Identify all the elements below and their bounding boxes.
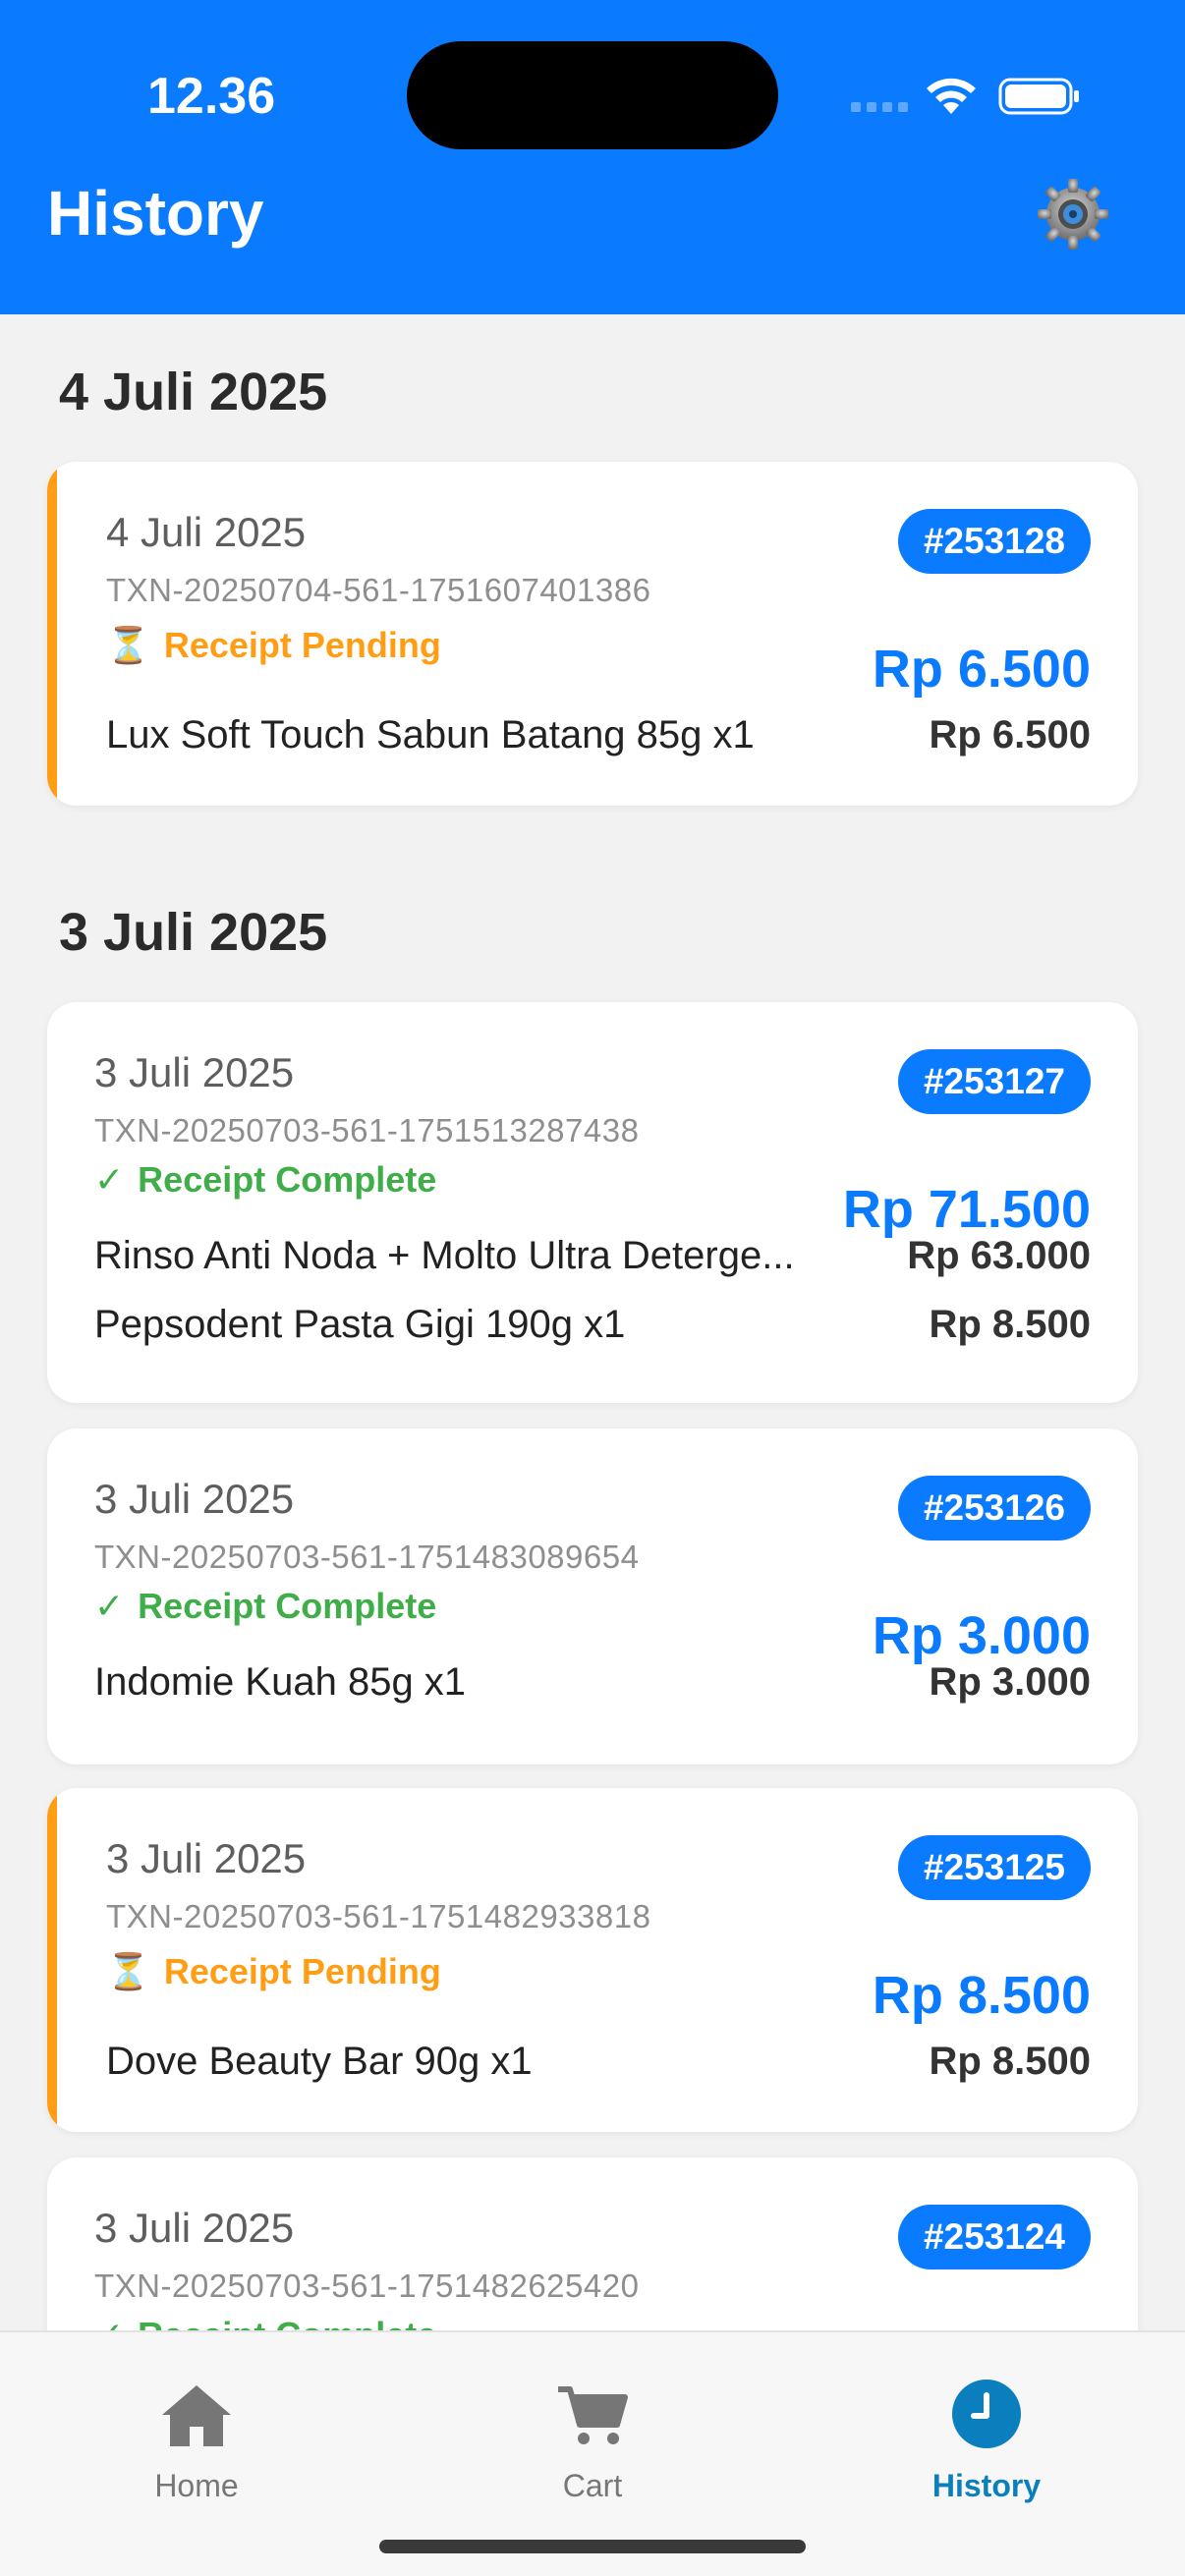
transaction-card[interactable]: 3 Juli 2025 TXN-20250703-561-17515132874… bbox=[47, 1002, 1138, 1403]
total-amount: Rp 3.000 bbox=[872, 1606, 1091, 1665]
transaction-card[interactable]: 3 Juli 2025 TXN-20250703-561-17514830896… bbox=[47, 1428, 1138, 1764]
status-complete: ✓ Receipt Complete bbox=[94, 1159, 436, 1201]
card-date: 3 Juli 2025 bbox=[94, 1049, 295, 1095]
tab-label: Cart bbox=[562, 2468, 623, 2503]
page-title: History bbox=[47, 178, 264, 249]
item-price: Rp 3.000 bbox=[929, 1660, 1091, 1704]
dynamic-island bbox=[407, 41, 778, 149]
checkmark-icon: ✓ bbox=[94, 1159, 125, 1200]
hourglass-icon: ⏳ bbox=[106, 1951, 150, 1991]
cart-icon bbox=[558, 2386, 628, 2444]
tab-home[interactable]: Home bbox=[79, 2352, 314, 2503]
status-label: Receipt Pending bbox=[163, 1951, 441, 1991]
transaction-id: TXN-20250703-561-1751482933818 bbox=[106, 1898, 651, 1934]
status-complete: ✓ Receipt Complete bbox=[94, 1586, 436, 1627]
header: 12.36 History bbox=[0, 0, 1185, 314]
status-label: Receipt Complete bbox=[138, 1159, 437, 1200]
item-name: Lux Soft Touch Sabun Batang 85g x1 bbox=[106, 713, 755, 756]
total-amount: Rp 8.500 bbox=[872, 1966, 1091, 2025]
status-label: Receipt Complete bbox=[138, 1586, 437, 1626]
checkmark-icon: ✓ bbox=[94, 1586, 125, 1626]
hourglass-icon: ⏳ bbox=[106, 625, 150, 665]
clock-icon bbox=[952, 2380, 1021, 2448]
status-label: Receipt Complete bbox=[138, 2315, 436, 2330]
order-number-badge: #253127 bbox=[897, 1049, 1091, 1114]
card-date: 3 Juli 2025 bbox=[106, 1835, 307, 1881]
checkmark-icon: ✓ bbox=[94, 2315, 124, 2330]
item-name: Dove Beauty Bar 90g x1 bbox=[106, 2040, 533, 2083]
tab-label: History bbox=[931, 2468, 1042, 2503]
status-time: 12.36 bbox=[147, 68, 276, 125]
transaction-card[interactable]: 3 Juli 2025 TXN-20250703-561-17514826254… bbox=[47, 2157, 1138, 2330]
tab-label: Home bbox=[154, 2468, 239, 2503]
status-pending: ⏳ Receipt Pending bbox=[106, 1951, 441, 1992]
total-amount: Rp 71.500 bbox=[842, 1180, 1091, 1239]
history-screen: 12.36 History 4 Juli 2025 4 Juli 2025 TX… bbox=[0, 0, 1185, 2576]
date-heading: 4 Juli 2025 bbox=[59, 363, 328, 421]
transaction-id: TXN-20250703-561-1751482625420 bbox=[94, 2268, 640, 2304]
transaction-id: TXN-20250704-561-1751607401386 bbox=[106, 572, 651, 608]
history-list[interactable]: 4 Juli 2025 4 Juli 2025 TXN-20250704-561… bbox=[0, 314, 1185, 2330]
tab-history[interactable]: History bbox=[869, 2352, 1104, 2503]
item-price: Rp 63.000 bbox=[907, 1234, 1091, 1277]
signal-icon bbox=[851, 102, 908, 116]
home-icon bbox=[162, 2385, 231, 2446]
card-date: 3 Juli 2025 bbox=[94, 1476, 295, 1522]
item-price: Rp 6.500 bbox=[929, 713, 1091, 756]
transaction-id: TXN-20250703-561-1751483089654 bbox=[94, 1539, 640, 1575]
item-name: Indomie Kuah 85g x1 bbox=[94, 1660, 467, 1704]
card-date: 4 Juli 2025 bbox=[106, 509, 307, 555]
tab-cart[interactable]: Cart bbox=[475, 2352, 710, 2503]
order-number-badge: #253126 bbox=[897, 1476, 1091, 1540]
wifi-icon bbox=[927, 78, 976, 114]
battery-icon bbox=[998, 78, 1079, 115]
card-date: 3 Juli 2025 bbox=[94, 2205, 295, 2251]
item-name: Rinso Anti Noda + Molto Ultra Deterge... bbox=[94, 1234, 795, 1277]
gear-icon[interactable] bbox=[1036, 177, 1110, 252]
transaction-card[interactable]: 3 Juli 2025 TXN-20250703-561-17514829338… bbox=[47, 1788, 1138, 2132]
item-name: Pepsodent Pasta Gigi 190g x1 bbox=[94, 1303, 626, 1346]
date-heading: 3 Juli 2025 bbox=[59, 903, 328, 962]
item-price: Rp 8.500 bbox=[929, 1303, 1091, 1346]
item-price: Rp 8.500 bbox=[929, 2040, 1091, 2083]
status-complete: ✓ Receipt Complete bbox=[94, 2315, 436, 2330]
status-label: Receipt Pending bbox=[163, 625, 441, 665]
home-indicator[interactable] bbox=[379, 2540, 806, 2553]
order-number-badge: #253124 bbox=[897, 2205, 1091, 2269]
order-number-badge: #253128 bbox=[897, 509, 1091, 574]
transaction-id: TXN-20250703-561-1751513287438 bbox=[94, 1112, 640, 1148]
order-number-badge: #253125 bbox=[897, 1835, 1091, 1900]
transaction-card[interactable]: 4 Juli 2025 TXN-20250704-561-17516074013… bbox=[47, 462, 1138, 806]
status-pending: ⏳ Receipt Pending bbox=[106, 625, 441, 666]
total-amount: Rp 6.500 bbox=[872, 640, 1091, 699]
